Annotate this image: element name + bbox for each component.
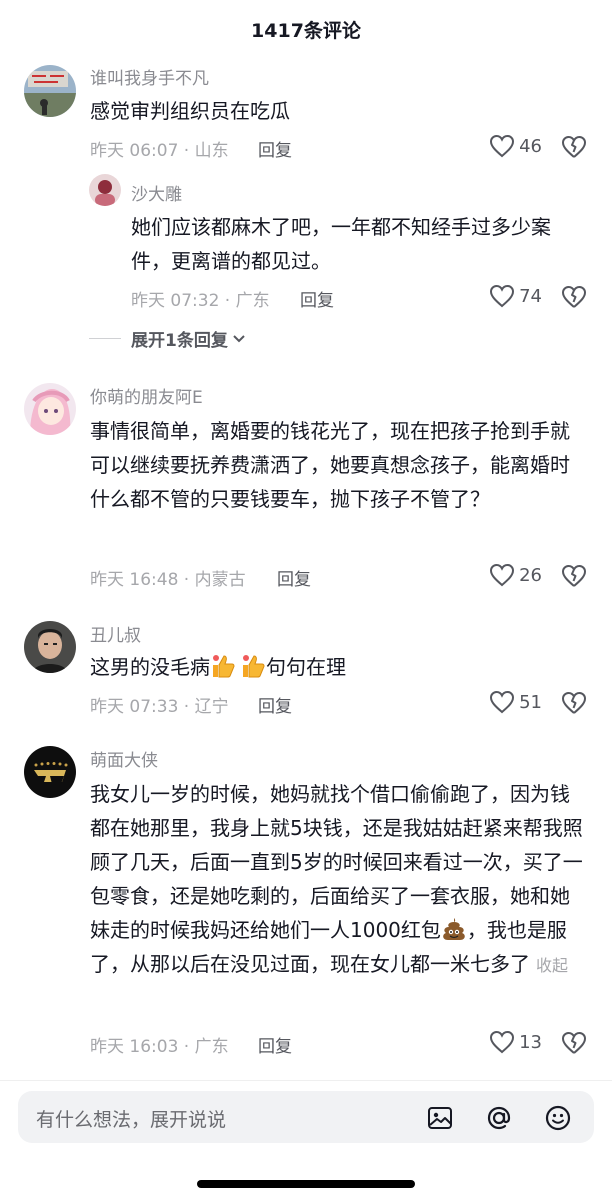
avatar[interactable] (24, 621, 76, 673)
comment-meta: 昨天 07:32 · 广东 (131, 291, 270, 311)
reply-button[interactable]: 回复 (277, 565, 311, 590)
like-count: 74 (519, 285, 542, 307)
dislike-button[interactable] (560, 690, 588, 718)
home-indicator[interactable] (197, 1180, 415, 1188)
image-button[interactable] (426, 1104, 454, 1132)
heart-outline-icon (490, 690, 515, 714)
reply-button[interactable]: 回复 (258, 1032, 292, 1057)
comment-text-start: 这男的没毛病 (90, 655, 210, 679)
comments-header: 1417条评论 (0, 0, 612, 58)
comment-text: 这男的没毛病 句句在理 (90, 650, 582, 684)
chevron-down-icon (233, 334, 245, 342)
username[interactable]: 萌面大侠 (90, 746, 158, 771)
comment-meta: 昨天 16:03 · 广东 (90, 1037, 229, 1057)
username[interactable]: 你萌的朋友阿E (90, 383, 203, 408)
like-button[interactable]: 74 (489, 284, 542, 308)
dislike-button[interactable] (560, 284, 588, 312)
avatar[interactable] (24, 746, 76, 798)
broken-heart-icon (562, 565, 586, 587)
heart-outline-icon (490, 134, 515, 158)
avatar[interactable] (24, 65, 76, 117)
reply-button[interactable]: 回复 (258, 692, 292, 717)
broken-heart-icon (562, 136, 586, 158)
like-button[interactable]: 26 (489, 563, 542, 587)
comment-input[interactable]: 有什么想法，展开说说 (18, 1091, 594, 1143)
dislike-button[interactable] (560, 134, 588, 162)
like-button[interactable]: 51 (489, 690, 542, 714)
broken-heart-icon (562, 286, 586, 308)
comment-text: 她们应该都麻木了吧，一年都不知经手过多少案件，更离谱的都见过。 (131, 215, 551, 273)
username[interactable]: 丑儿叔 (90, 621, 141, 646)
comment-meta: 昨天 06:07 · 山东 (90, 141, 229, 161)
collapse-button[interactable]: 收起 (536, 956, 568, 975)
at-sign-icon (487, 1106, 511, 1130)
avatar[interactable] (24, 383, 76, 435)
mention-button[interactable] (485, 1104, 513, 1132)
username[interactable]: 沙大雕 (131, 180, 182, 205)
smiley-icon (545, 1105, 571, 1131)
expand-replies-label: 展开1条回复 (131, 331, 228, 351)
like-count: 13 (519, 1031, 542, 1053)
heart-outline-icon (490, 1030, 515, 1054)
heart-outline-icon (490, 563, 515, 587)
reply-button[interactable]: 回复 (258, 136, 292, 161)
reply-button[interactable]: 回复 (300, 286, 334, 311)
like-count: 26 (519, 564, 542, 586)
dislike-button[interactable] (560, 1030, 588, 1058)
heart-outline-icon (490, 284, 515, 308)
comment-meta: 昨天 07:33 · 辽宁 (90, 697, 229, 717)
like-count: 46 (519, 135, 542, 157)
broken-heart-icon (562, 1032, 586, 1054)
thumbs-up-icon (210, 653, 236, 679)
comment-text: 事情很简单，离婚要的钱花光了，现在把孩子抢到手就可以继续要抚养费潇洒了，她要真想… (90, 419, 570, 511)
comment-text-end: 句句在理 (266, 655, 346, 679)
comment-text: 我女儿一岁的时候，她妈就找个借口偷偷跑了，因为钱都在她那里，我身上就5块钱，还是… (90, 777, 584, 983)
thumbs-up-icon (240, 653, 266, 679)
poop-icon (441, 916, 467, 942)
broken-heart-icon (562, 692, 586, 714)
like-count: 51 (519, 691, 542, 713)
comment-meta: 昨天 16:48 · 内蒙古 (90, 570, 246, 590)
comment-text: 感觉审判组织员在吃瓜 (90, 99, 290, 123)
like-button[interactable]: 13 (489, 1030, 542, 1054)
divider (89, 338, 121, 339)
input-placeholder: 有什么想法，展开说说 (36, 1109, 227, 1131)
dislike-button[interactable] (560, 563, 588, 591)
emoji-button[interactable] (544, 1104, 572, 1132)
like-button[interactable]: 46 (489, 134, 542, 158)
username[interactable]: 谁叫我身手不凡 (90, 64, 209, 89)
expand-replies-button[interactable]: 展开1条回复 (89, 326, 246, 351)
avatar[interactable] (89, 174, 121, 206)
comment-count-title: 1417条评论 (251, 19, 361, 42)
image-icon (428, 1107, 452, 1129)
